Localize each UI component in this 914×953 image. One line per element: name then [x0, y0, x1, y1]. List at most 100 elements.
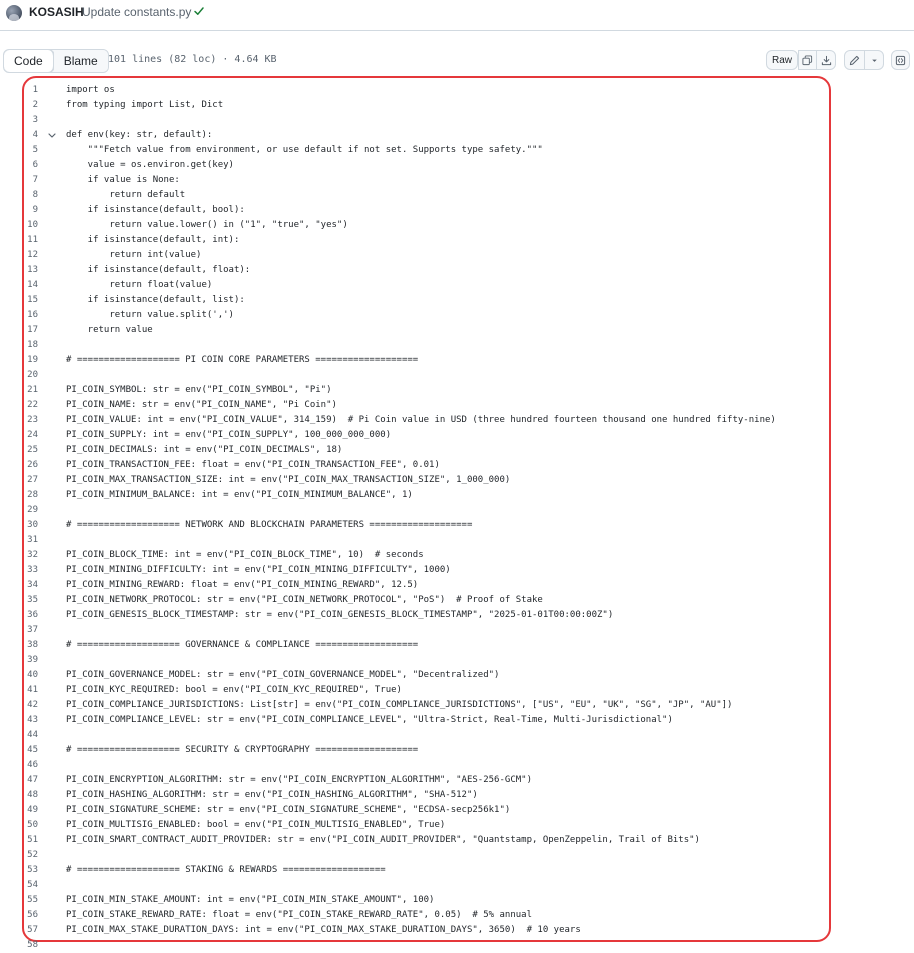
- code-text: PI_COIN_MINING_DIFFICULTY: int = env("PI…: [66, 565, 451, 575]
- line-number[interactable]: 34: [0, 578, 38, 593]
- code-line: 49 PI_COIN_SIGNATURE_SCHEME: str = env("P…: [0, 803, 914, 818]
- code-text: from typing import List, Dict: [66, 100, 224, 110]
- line-number[interactable]: 6: [0, 158, 38, 173]
- line-number[interactable]: 17: [0, 323, 38, 338]
- line-number[interactable]: 43: [0, 713, 38, 728]
- line-number[interactable]: 53: [0, 863, 38, 878]
- line-number[interactable]: 14: [0, 278, 38, 293]
- latest-commit-bar: KOSASIH Update constants.py: [0, 0, 914, 26]
- line-number[interactable]: 54: [0, 878, 38, 893]
- line-number[interactable]: 3: [0, 113, 38, 128]
- code-text: PI_COIN_DECIMALS: int = env("PI_COIN_DEC…: [66, 445, 343, 455]
- code-line: 58: [0, 938, 914, 953]
- line-number[interactable]: 18: [0, 338, 38, 353]
- code-line: 44: [0, 728, 914, 743]
- file-header: Code Blame 101 lines (82 loc) · 4.64 KB …: [0, 44, 914, 76]
- commit-author[interactable]: KOSASIH: [29, 5, 84, 19]
- line-number[interactable]: 35: [0, 593, 38, 608]
- line-number[interactable]: 39: [0, 653, 38, 668]
- code-line: 18: [0, 338, 914, 353]
- code-line: 14 return float(value): [0, 278, 914, 293]
- code-line: 11 if isinstance(default, int):: [0, 233, 914, 248]
- line-number[interactable]: 46: [0, 758, 38, 773]
- line-number[interactable]: 47: [0, 773, 38, 788]
- code-text: # =================== SECURITY & CRYPTOG…: [66, 745, 419, 755]
- line-number[interactable]: 13: [0, 263, 38, 278]
- code-text: if value is None:: [66, 175, 180, 185]
- line-number[interactable]: 2: [0, 98, 38, 113]
- copy-button[interactable]: [798, 50, 817, 70]
- code-line: 36 PI_COIN_GENESIS_BLOCK_TIMESTAMP: str =…: [0, 608, 914, 623]
- code-text: if isinstance(default, int):: [66, 235, 240, 245]
- line-number[interactable]: 56: [0, 908, 38, 923]
- line-number[interactable]: 7: [0, 173, 38, 188]
- line-number[interactable]: 12: [0, 248, 38, 263]
- line-number[interactable]: 41: [0, 683, 38, 698]
- edit-button[interactable]: [844, 50, 865, 70]
- line-number[interactable]: 45: [0, 743, 38, 758]
- code-line: 24 PI_COIN_SUPPLY: int = env("PI_COIN_SUP…: [0, 428, 914, 443]
- line-number[interactable]: 48: [0, 788, 38, 803]
- line-number[interactable]: 38: [0, 638, 38, 653]
- copy-icon: [802, 54, 813, 65]
- line-number[interactable]: 31: [0, 533, 38, 548]
- line-number[interactable]: 30: [0, 518, 38, 533]
- line-number[interactable]: 19: [0, 353, 38, 368]
- line-number[interactable]: 27: [0, 473, 38, 488]
- code-line: 15 if isinstance(default, list):: [0, 293, 914, 308]
- code-line: 43 PI_COIN_COMPLIANCE_LEVEL: str = env("P…: [0, 713, 914, 728]
- line-number[interactable]: 1: [0, 83, 38, 98]
- symbols-panel-button[interactable]: [891, 50, 910, 70]
- code-line: 13 if isinstance(default, float):: [0, 263, 914, 278]
- line-number[interactable]: 9: [0, 203, 38, 218]
- fold-chevron-icon[interactable]: [47, 128, 57, 143]
- code-text: return value: [66, 325, 153, 335]
- line-number[interactable]: 49: [0, 803, 38, 818]
- line-number[interactable]: 5: [0, 143, 38, 158]
- code-text: PI_COIN_MIN_STAKE_AMOUNT: int = env("PI_…: [66, 895, 435, 905]
- line-number[interactable]: 52: [0, 848, 38, 863]
- line-number[interactable]: 44: [0, 728, 38, 743]
- line-number[interactable]: 55: [0, 893, 38, 908]
- line-number[interactable]: 28: [0, 488, 38, 503]
- line-number[interactable]: 10: [0, 218, 38, 233]
- line-number[interactable]: 33: [0, 563, 38, 578]
- edit-options-button[interactable]: [864, 50, 884, 70]
- line-number[interactable]: 22: [0, 398, 38, 413]
- code-line: 23 PI_COIN_VALUE: int = env("PI_COIN_VALU…: [0, 413, 914, 428]
- line-number[interactable]: 25: [0, 443, 38, 458]
- line-number[interactable]: 11: [0, 233, 38, 248]
- download-button[interactable]: [816, 50, 836, 70]
- code-text: return value.lower() in ("1", "true", "y…: [66, 220, 348, 230]
- line-number[interactable]: 57: [0, 923, 38, 938]
- line-number[interactable]: 51: [0, 833, 38, 848]
- line-number[interactable]: 23: [0, 413, 38, 428]
- line-number[interactable]: 8: [0, 188, 38, 203]
- avatar[interactable]: [6, 5, 22, 21]
- line-number[interactable]: 32: [0, 548, 38, 563]
- line-number[interactable]: 20: [0, 368, 38, 383]
- line-number[interactable]: 4: [0, 128, 38, 143]
- line-number[interactable]: 21: [0, 383, 38, 398]
- code-line: 40 PI_COIN_GOVERNANCE_MODEL: str = env("P…: [0, 668, 914, 683]
- line-number[interactable]: 36: [0, 608, 38, 623]
- code-text: PI_COIN_SMART_CONTRACT_AUDIT_PROVIDER: s…: [66, 835, 700, 845]
- line-number[interactable]: 16: [0, 308, 38, 323]
- line-number[interactable]: 24: [0, 428, 38, 443]
- line-number[interactable]: 29: [0, 503, 38, 518]
- code-line: 45 # =================== SECURITY & CRYPT…: [0, 743, 914, 758]
- line-number[interactable]: 58: [0, 938, 38, 953]
- raw-button[interactable]: Raw: [766, 50, 798, 70]
- commit-message[interactable]: Update constants.py: [82, 5, 191, 19]
- line-number[interactable]: 42: [0, 698, 38, 713]
- line-number[interactable]: 50: [0, 818, 38, 833]
- code-line: 5 """Fetch value from environment, or us…: [0, 143, 914, 158]
- tab-code[interactable]: Code: [4, 50, 54, 72]
- tab-blame[interactable]: Blame: [53, 50, 108, 72]
- line-number[interactable]: 26: [0, 458, 38, 473]
- code-text: PI_COIN_GOVERNANCE_MODEL: str = env("PI_…: [66, 670, 500, 680]
- line-number[interactable]: 37: [0, 623, 38, 638]
- check-icon: [194, 7, 204, 15]
- line-number[interactable]: 15: [0, 293, 38, 308]
- line-number[interactable]: 40: [0, 668, 38, 683]
